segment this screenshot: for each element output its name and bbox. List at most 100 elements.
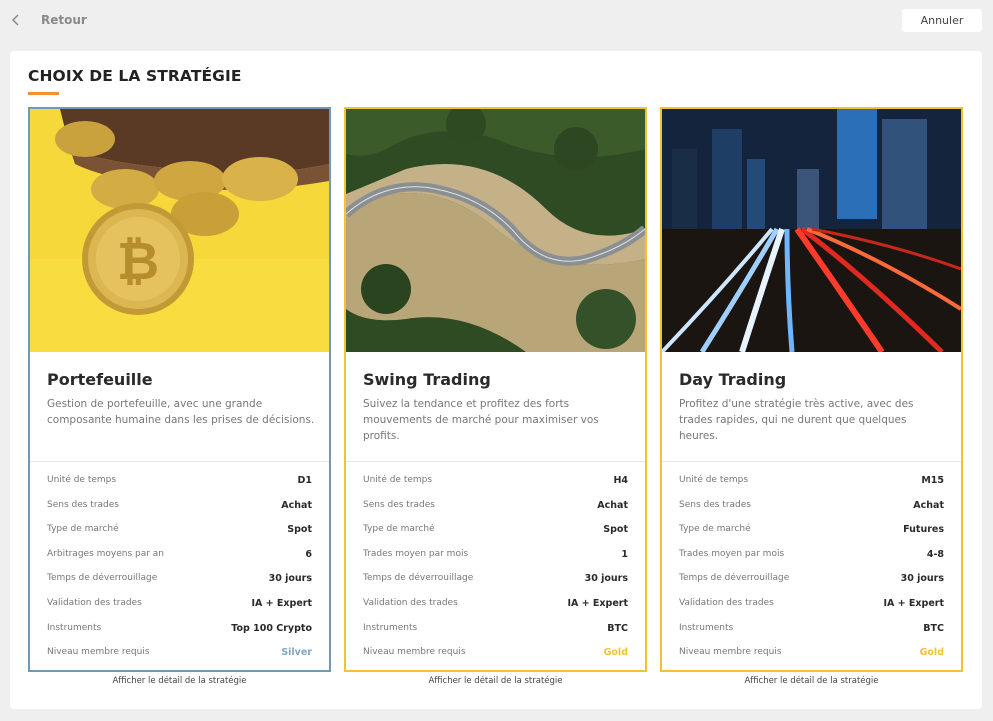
bitcoin-wallet-image: ₿: [30, 109, 329, 352]
spec-label: Trades moyen par mois: [363, 548, 469, 559]
spec-value: Spot: [603, 524, 628, 536]
spec-value: Futures: [903, 524, 944, 536]
spec-row: Trades moyen par mois 1: [363, 545, 628, 570]
spec-label: Niveau membre requis: [47, 647, 150, 658]
spec-value: BTC: [607, 622, 628, 634]
card-title: Day Trading: [679, 370, 787, 389]
divider: [662, 461, 961, 462]
spec-row: Instruments BTC: [679, 619, 944, 644]
spec-row: Type de marché Spot: [47, 520, 312, 545]
card-description: Suivez la tendance et profitez des forts…: [363, 398, 599, 442]
cancel-button[interactable]: Annuler: [902, 9, 982, 32]
spec-row: Temps de déverrouillage 30 jours: [679, 569, 944, 594]
show-detail-link-swing-trading[interactable]: Afficher le détail de la stratégie: [344, 676, 647, 686]
spec-label: Sens des trades: [363, 499, 435, 510]
spec-label: Temps de déverrouillage: [363, 573, 474, 584]
spec-row: Type de marché Spot: [363, 520, 628, 545]
spec-row: Type de marché Futures: [679, 520, 944, 545]
spec-row: Niveau membre requis Gold: [363, 643, 628, 668]
spec-value: IA + Expert: [567, 597, 628, 609]
spec-value: 30 jours: [268, 573, 312, 585]
spec-label: Instruments: [363, 622, 418, 633]
strategy-card-day-trading[interactable]: Day Trading Profitez d'une stratégie trè…: [660, 107, 963, 672]
spec-value: 4-8: [926, 548, 944, 560]
spec-value: 6: [305, 548, 312, 560]
spec-label: Sens des trades: [47, 499, 119, 510]
spec-row: Instruments Top 100 Crypto: [47, 619, 312, 644]
strategy-panel: CHOIX DE LA STRATÉGIE ₿ Portefeuille Ges…: [10, 51, 982, 709]
spec-list: Unité de temps H4 Sens des trades Achat Type…: [363, 471, 628, 668]
spec-label: Temps de déverrouillage: [47, 573, 158, 584]
spec-label: Niveau membre requis: [679, 647, 782, 658]
spec-list: Unité de temps M15 Sens des trades Achat Typ…: [679, 471, 944, 668]
spec-value: Top 100 Crypto: [231, 622, 312, 634]
spec-value: Achat: [597, 499, 628, 511]
card-title: Portefeuille: [47, 370, 153, 389]
svg-text:₿: ₿: [117, 232, 159, 292]
spec-value: H4: [613, 475, 628, 486]
spec-label: Type de marché: [679, 524, 751, 535]
spec-label: Temps de déverrouillage: [679, 573, 790, 584]
spec-value: Spot: [287, 524, 312, 536]
spec-value: IA + Expert: [883, 597, 944, 609]
spec-value: 1: [621, 548, 628, 560]
spec-list: Unité de temps D1 Sens des trades Achat Type…: [47, 471, 312, 668]
spec-row: Validation des trades IA + Expert: [363, 594, 628, 619]
spec-label: Instruments: [47, 622, 102, 633]
spec-value: D1: [297, 475, 313, 486]
spec-value: 30 jours: [900, 573, 944, 585]
spec-label: Arbitrages moyens par an: [47, 548, 165, 559]
spec-row: Arbitrages moyens par an 6: [47, 545, 312, 570]
spec-label: Unité de temps: [363, 475, 433, 485]
spec-row: Validation des trades IA + Expert: [679, 594, 944, 619]
spec-row: Sens des trades Achat: [363, 496, 628, 521]
spec-label: Validation des trades: [363, 597, 458, 608]
top-bar: Retour Annuler: [0, 0, 993, 42]
spec-row: Unité de temps H4: [363, 471, 628, 496]
spec-row: Validation des trades IA + Expert: [47, 594, 312, 619]
winding-road-forest-image: [346, 109, 645, 352]
back-link[interactable]: Retour: [41, 13, 87, 27]
spec-value: 30 jours: [584, 573, 628, 585]
spec-row: Niveau membre requis Silver: [47, 643, 312, 668]
membership-level-value: Gold: [603, 647, 628, 659]
spec-row: Instruments BTC: [363, 619, 628, 644]
spec-label: Unité de temps: [679, 475, 749, 485]
spec-value: M15: [921, 475, 944, 486]
spec-row: Unité de temps D1: [47, 471, 312, 496]
spec-row: Niveau membre requis Gold: [679, 643, 944, 668]
title-underline: [28, 92, 59, 95]
spec-row: Sens des trades Achat: [47, 496, 312, 521]
divider: [30, 461, 329, 462]
membership-level-value: Gold: [919, 647, 944, 659]
spec-label: Validation des trades: [679, 597, 774, 608]
card-title: Swing Trading: [363, 370, 491, 389]
city-light-trails-image: [662, 109, 961, 352]
chevron-left-icon[interactable]: [10, 13, 22, 27]
spec-label: Niveau membre requis: [363, 647, 466, 658]
spec-label: Type de marché: [47, 524, 119, 535]
spec-label: Unité de temps: [47, 475, 117, 485]
divider: [346, 461, 645, 462]
spec-row: Unité de temps M15: [679, 471, 944, 496]
strategy-card-swing-trading[interactable]: Swing Trading Suivez la tendance et prof…: [344, 107, 647, 672]
spec-value: Achat: [281, 499, 312, 511]
spec-label: Type de marché: [363, 524, 435, 535]
spec-label: Trades moyen par mois: [679, 548, 785, 559]
spec-row: Temps de déverrouillage 30 jours: [47, 569, 312, 594]
spec-value: IA + Expert: [251, 597, 312, 609]
card-description: Profitez d'une stratégie très active, av…: [679, 398, 914, 442]
show-detail-link-day-trading[interactable]: Afficher le détail de la stratégie: [660, 676, 963, 686]
spec-value: BTC: [923, 622, 944, 634]
page-title: CHOIX DE LA STRATÉGIE: [28, 67, 242, 85]
membership-level-value: Silver: [281, 647, 312, 659]
spec-row: Trades moyen par mois 4-8: [679, 545, 944, 570]
strategy-card-portefeuille[interactable]: ₿ Portefeuille Gestion de portefeuille, …: [28, 107, 331, 672]
show-detail-link-portefeuille[interactable]: Afficher le détail de la stratégie: [28, 676, 331, 686]
spec-row: Sens des trades Achat: [679, 496, 944, 521]
spec-row: Temps de déverrouillage 30 jours: [363, 569, 628, 594]
card-description: Gestion de portefeuille, avec une grande…: [47, 398, 315, 426]
spec-label: Validation des trades: [47, 597, 142, 608]
spec-value: Achat: [913, 499, 944, 511]
spec-label: Instruments: [679, 622, 734, 633]
